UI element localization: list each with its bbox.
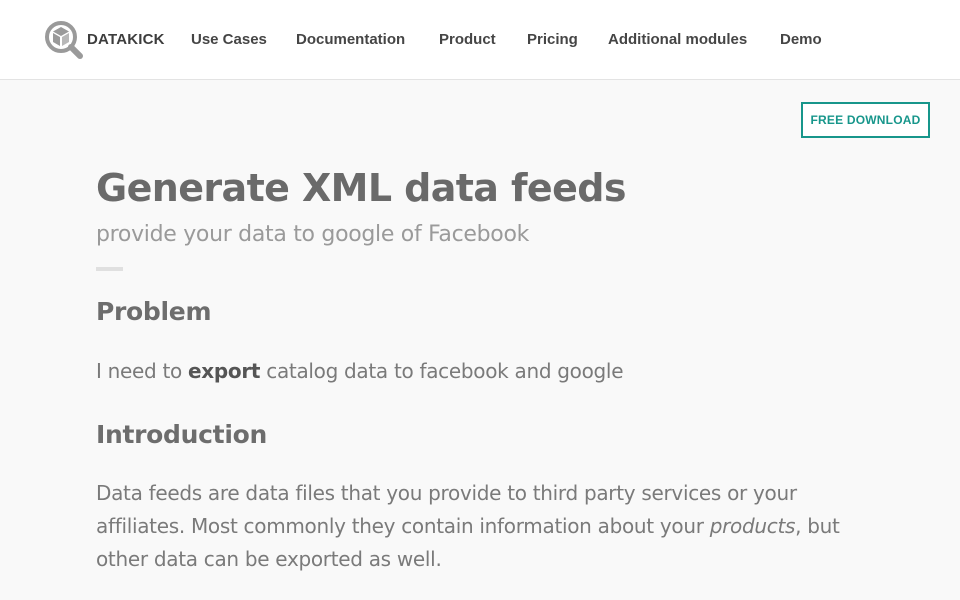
- nav-demo[interactable]: Demo: [780, 31, 822, 48]
- page-subtitle: provide your data to google of Facebook: [96, 222, 530, 247]
- problem-text-strong: export: [188, 359, 261, 383]
- page: DATAKICK Use Cases Documentation Product…: [0, 0, 960, 600]
- nav-documentation[interactable]: Documentation: [296, 31, 405, 48]
- problem-heading: Problem: [96, 297, 212, 326]
- magnifier-cube-icon[interactable]: [44, 20, 84, 60]
- introduction-text: Data feeds are data files that you provi…: [96, 477, 876, 576]
- nav-use-cases[interactable]: Use Cases: [191, 31, 267, 48]
- nav-pricing[interactable]: Pricing: [527, 31, 578, 48]
- free-download-button[interactable]: FREE DOWNLOAD: [801, 102, 930, 138]
- problem-text-after: catalog data to facebook and google: [260, 359, 624, 383]
- introduction-text-before: Data feeds are data files that you provi…: [96, 481, 797, 538]
- problem-text-before: I need to: [96, 359, 189, 383]
- brand-link[interactable]: DATAKICK: [87, 31, 165, 48]
- nav-additional-modules[interactable]: Additional modules: [608, 31, 747, 48]
- site-header: DATAKICK Use Cases Documentation Product…: [0, 0, 960, 80]
- introduction-text-em: products: [709, 514, 796, 538]
- title-divider: [96, 267, 123, 271]
- introduction-heading: Introduction: [96, 420, 267, 449]
- nav-product[interactable]: Product: [439, 31, 496, 48]
- page-title: Generate XML data feeds: [96, 166, 626, 210]
- problem-text: I need to export catalog data to faceboo…: [96, 355, 624, 388]
